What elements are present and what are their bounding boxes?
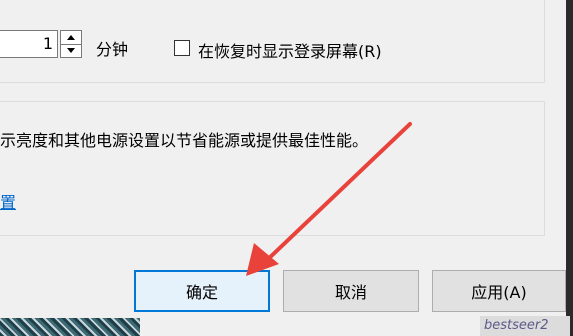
annotation-arrow	[246, 122, 412, 276]
arrow-shaft	[263, 122, 412, 264]
arrow-head	[246, 243, 279, 276]
